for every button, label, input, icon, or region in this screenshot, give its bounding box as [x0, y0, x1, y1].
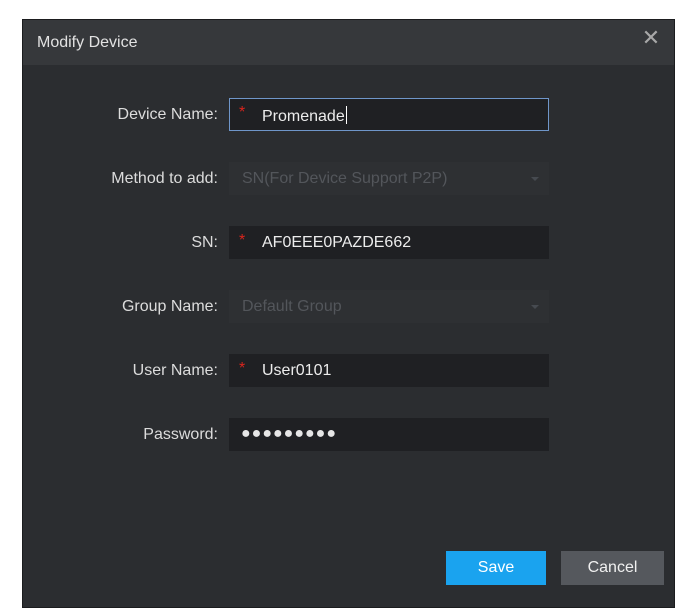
user-name-input[interactable]: * User0101: [229, 354, 549, 387]
dialog-titlebar: Modify Device ✕: [23, 20, 674, 65]
required-marker: *: [239, 104, 246, 121]
modify-device-dialog: Modify Device ✕ Device Name: * Promenade…: [22, 19, 675, 608]
password-input[interactable]: ●●●●●●●●●: [229, 418, 549, 451]
method-to-add-row: Method to add: SN(For Device Support P2P…: [23, 162, 674, 196]
chevron-down-icon: [531, 305, 539, 309]
password-value: ●●●●●●●●●: [241, 425, 337, 442]
device-name-row: Device Name: * Promenade: [23, 98, 674, 132]
user-name-label: User Name:: [132, 362, 218, 379]
sn-row: SN: * AF0EEE0PAZDE662: [23, 226, 674, 260]
close-icon[interactable]: ✕: [640, 28, 662, 50]
method-to-add-select[interactable]: SN(For Device Support P2P): [229, 162, 549, 195]
sn-label: SN:: [191, 234, 218, 251]
method-to-add-label: Method to add:: [111, 170, 218, 187]
device-name-value: Promenade: [262, 106, 347, 125]
device-name-label: Device Name:: [117, 106, 218, 123]
group-name-select[interactable]: Default Group: [229, 290, 549, 323]
required-marker: *: [239, 232, 246, 249]
group-name-label: Group Name:: [121, 298, 218, 315]
group-name-row: Group Name: Default Group: [23, 290, 674, 324]
text-cursor: [345, 106, 347, 124]
method-to-add-value: SN(For Device Support P2P): [242, 170, 448, 187]
device-name-input[interactable]: * Promenade: [229, 98, 549, 131]
password-label: Password:: [143, 426, 218, 443]
user-name-value: User0101: [262, 362, 332, 379]
group-name-value: Default Group: [242, 298, 342, 315]
sn-input[interactable]: * AF0EEE0PAZDE662: [229, 226, 549, 259]
dialog-title: Modify Device: [37, 34, 138, 51]
cancel-button[interactable]: Cancel: [561, 551, 664, 585]
password-row: Password: ●●●●●●●●●: [23, 418, 674, 452]
required-marker: *: [239, 360, 246, 377]
chevron-down-icon: [531, 177, 539, 181]
user-name-row: User Name: * User0101: [23, 354, 674, 388]
sn-value: AF0EEE0PAZDE662: [262, 234, 412, 251]
save-button[interactable]: Save: [446, 551, 546, 585]
